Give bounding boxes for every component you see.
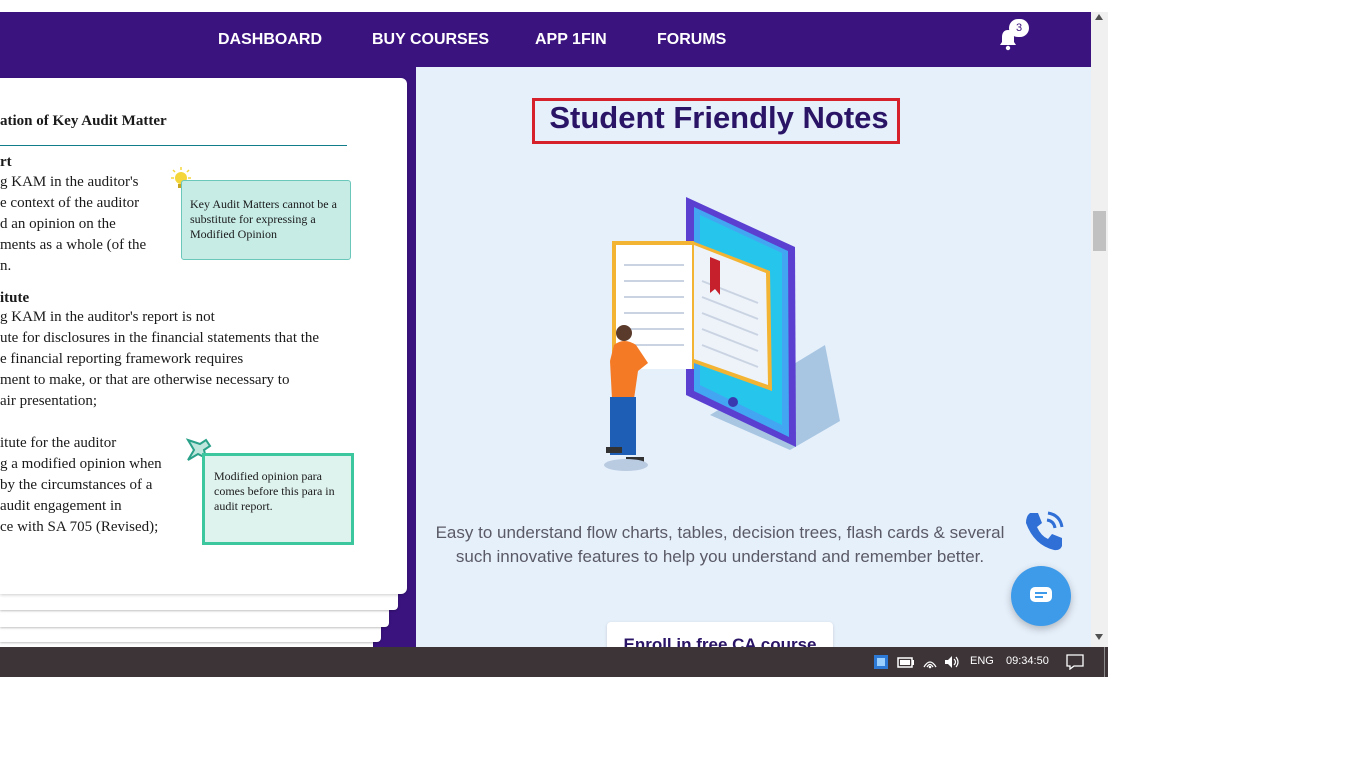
callout-text: Key Audit Matters cannot be a substitute… [190,197,337,241]
nav-dashboard[interactable]: DASHBOARD [218,31,322,49]
text-line: ce with SA 705 (Revised); [0,519,159,535]
text-line: e context of the auditor [0,195,140,211]
wifi-icon[interactable] [922,655,938,669]
section2-heading: itute [0,290,30,306]
text-line: ment to make, or that are otherwise nece… [0,372,290,388]
language-indicator[interactable]: ENG [970,655,994,667]
browser-viewport: DASHBOARD BUY COURSES APP 1FIN FORUMS 3 … [0,0,1108,677]
text-line: n. [0,258,12,274]
nav-buy-courses[interactable]: BUY COURSES [372,31,489,49]
phone-icon[interactable] [1020,507,1068,555]
show-desktop-button[interactable] [1104,647,1105,677]
battery-icon[interactable] [897,655,915,669]
page-content: DASHBOARD BUY COURSES APP 1FIN FORUMS 3 … [0,0,1091,647]
notification-badge: 3 [1009,19,1029,37]
text-line: ments as a whole (of the [0,237,147,253]
text-line: by the circumstances of a [0,477,153,493]
section-title: Student Friendly Notes [549,100,889,135]
text-line: d an opinion on the [0,216,116,232]
scrollbar-thumb[interactable] [1093,211,1106,251]
book-heading: ation of Key Audit Matter [0,113,167,129]
text-line: g a modified opinion when [0,456,162,472]
text-line: e financial reporting framework requires [0,351,244,367]
notification-center-icon[interactable] [1066,654,1084,670]
section1-heading: rt [0,154,12,170]
vertical-scrollbar[interactable] [1091,12,1108,647]
feature-description: Easy to understand flow charts, tables, … [435,523,1005,566]
chat-button[interactable] [1011,566,1071,626]
top-strip [0,0,1091,12]
text-line: g KAM in the auditor's report is not [0,309,215,325]
callout-text: Modified opinion para comes before this … [214,469,335,513]
volume-icon[interactable] [944,655,960,669]
text-line: audit engagement in [0,498,122,514]
taskbar [0,647,1108,677]
book-page: ation of Key Audit Matter rt g KAM in th… [0,78,407,594]
scroll-down-icon[interactable] [1095,634,1103,640]
text-line: g KAM in the auditor's [0,174,139,190]
enroll-button[interactable]: Enroll in free CA course [607,622,833,647]
chat-icon [1030,587,1052,602]
text-line: air presentation; [0,393,98,409]
heading-divider [0,145,347,146]
nav-app-1fin[interactable]: APP 1FIN [535,31,607,49]
text-line: itute for the auditor [0,435,117,451]
nav-forums[interactable]: FORUMS [657,31,726,49]
windows-defender-icon[interactable] [873,654,889,670]
clock[interactable]: 09:34:50 [1006,655,1049,667]
scroll-up-icon[interactable] [1095,14,1103,20]
text-line: ute for disclosures in the financial sta… [0,330,320,346]
notes-illustration [604,197,840,471]
